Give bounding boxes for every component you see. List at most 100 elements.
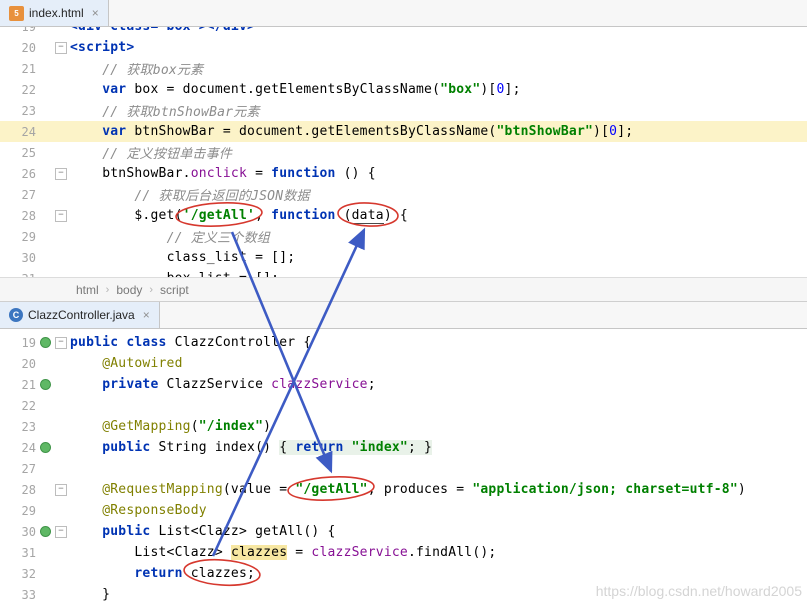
code-line-19[interactable]: 19<div class="box"></div> [0,27,807,37]
fold-marker[interactable] [53,163,69,184]
code-line-31[interactable]: 31 box_list = []; [0,268,807,277]
tab-close-icon[interactable]: × [143,309,150,321]
gutter: 30 [0,247,70,268]
code-line-22[interactable]: 22 [0,395,807,416]
fold-marker[interactable] [53,521,69,542]
fold-slot [53,79,69,100]
fold-slot [53,563,69,584]
code-line-21[interactable]: 21 // 获取box元素 [0,58,807,79]
spring-bean-icon[interactable] [37,332,53,353]
code-line-23[interactable]: 23 @GetMapping("/index") [0,416,807,437]
fold-marker[interactable] [53,479,69,500]
spring-bean-icon[interactable] [37,521,53,542]
line-number[interactable]: 32 [0,567,36,581]
line-number[interactable]: 29 [0,230,36,244]
line-number[interactable]: 23 [0,104,36,118]
code-text: @Autowired [70,356,183,371]
line-number[interactable]: 22 [0,83,36,97]
tab-clazzcontroller-java[interactable]: C ClazzController.java × [0,302,160,328]
fold-marker[interactable] [53,332,69,353]
fold-slot [53,395,69,416]
code-line-22[interactable]: 22 var box = document.getElementsByClass… [0,79,807,100]
line-number[interactable]: 21 [0,62,36,76]
code-line-25[interactable]: 25 // 定义按钮单击事件 [0,142,807,163]
fold-marker[interactable] [53,37,69,58]
code-line-29[interactable]: 29 @ResponseBody [0,500,807,521]
code-line-31[interactable]: 31 List<Clazz> clazzes = clazzService.fi… [0,542,807,563]
code-line-28[interactable]: 28 @RequestMapping(value = "/getAll", pr… [0,479,807,500]
line-number[interactable]: 19 [0,336,36,350]
breadcrumb-item-html[interactable]: html [76,283,99,297]
tab-close-icon[interactable]: × [92,7,99,19]
spring-bean-icon[interactable] [37,437,53,458]
line-number[interactable]: 30 [0,251,36,265]
code-line-32[interactable]: 32 return clazzes; [0,563,807,584]
fold-marker[interactable] [53,205,69,226]
code-text: List<Clazz> clazzes = clazzService.findA… [70,545,496,560]
line-number[interactable]: 19 [0,27,36,34]
code-line-24[interactable]: 24 var btnShowBar = document.getElements… [0,121,807,142]
code-line-26[interactable]: 26 btnShowBar.onclick = function () { [0,163,807,184]
line-number[interactable]: 24 [0,125,36,139]
line-number[interactable]: 23 [0,420,36,434]
code-line-23[interactable]: 23 // 获取btnShowBar元素 [0,100,807,121]
fold-slot [53,500,69,521]
java-editor[interactable]: 19public class ClazzController {20 @Auto… [0,329,807,612]
line-number[interactable]: 21 [0,378,36,392]
line-number[interactable]: 30 [0,525,36,539]
code-text: btnShowBar.onclick = function () { [70,166,376,181]
gutter-icon-slot [37,395,53,416]
line-number[interactable]: 28 [0,209,36,223]
gutter-icon-slot [37,27,53,37]
code-line-21[interactable]: 21 private ClazzService clazzService; [0,374,807,395]
gutter-icon-slot [37,247,53,268]
html-editor[interactable]: 19<div class="box"></div>20<script>21 //… [0,27,807,277]
code-text: class_list = []; [70,250,295,265]
code-line-24[interactable]: 24 public String index() { return "index… [0,437,807,458]
line-number[interactable]: 27 [0,188,36,202]
line-number[interactable]: 20 [0,357,36,371]
gutter: 25 [0,142,70,163]
code-line-29[interactable]: 29 // 定义三个数组 [0,226,807,247]
code-line-30[interactable]: 30 class_list = []; [0,247,807,268]
code-line-19[interactable]: 19public class ClazzController { [0,332,807,353]
tab-label: index.html [29,6,84,20]
code-line-20[interactable]: 20 @Autowired [0,353,807,374]
code-text: @GetMapping("/index") [70,419,271,434]
code-text: @RequestMapping(value = "/getAll", produ… [70,482,746,497]
line-number[interactable]: 20 [0,41,36,55]
gutter-icon-slot [37,542,53,563]
gutter: 32 [0,563,70,584]
spring-bean-icon[interactable] [37,374,53,395]
breadcrumb-item-script[interactable]: script [160,283,189,297]
breadcrumb-item-body[interactable]: body [116,283,142,297]
line-number[interactable]: 25 [0,146,36,160]
gutter-icon-slot [37,416,53,437]
line-number[interactable]: 28 [0,483,36,497]
line-number[interactable]: 24 [0,441,36,455]
code-line-28[interactable]: 28 $.get('/getAll', function (data) { [0,205,807,226]
code-text: private ClazzService clazzService; [70,377,376,392]
code-line-30[interactable]: 30 public List<Clazz> getAll() { [0,521,807,542]
line-number[interactable]: 26 [0,167,36,181]
ide-window: 5 index.html × 19<div class="box"></div>… [0,0,807,612]
code-text: // 获取box元素 [70,59,203,78]
tab-index-html[interactable]: 5 index.html × [0,0,109,26]
fold-slot [53,542,69,563]
gutter: 31 [0,542,70,563]
gutter: 19 [0,332,70,353]
line-number[interactable]: 33 [0,588,36,602]
line-number[interactable]: 27 [0,462,36,476]
breadcrumb: html›body›script [0,277,807,302]
code-line-20[interactable]: 20<script> [0,37,807,58]
gutter: 21 [0,58,70,79]
gutter-icon-slot [37,100,53,121]
code-text: public String index() { return "index"; … [70,440,432,455]
code-line-27[interactable]: 27 // 获取后台返回的JSON数据 [0,184,807,205]
fold-slot [53,584,69,605]
code-line-27[interactable]: 27 [0,458,807,479]
line-number[interactable]: 31 [0,546,36,560]
fold-slot [53,184,69,205]
line-number[interactable]: 22 [0,399,36,413]
line-number[interactable]: 29 [0,504,36,518]
